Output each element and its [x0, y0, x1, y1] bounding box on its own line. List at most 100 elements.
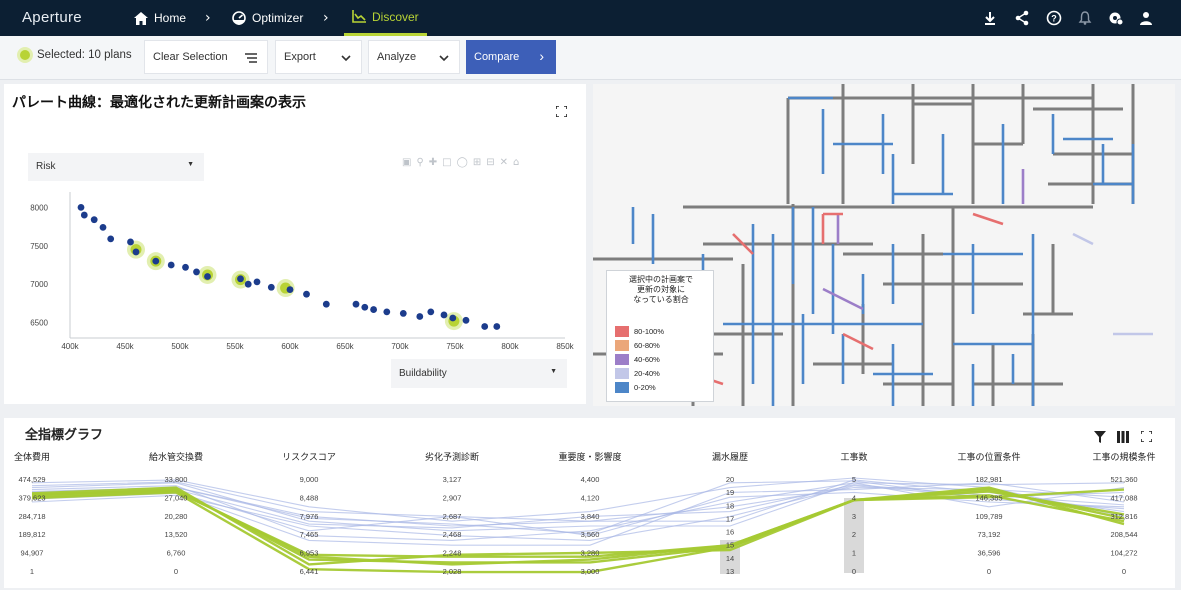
plan-point[interactable] [80, 211, 88, 219]
axis-tick-label: 13 [726, 567, 734, 576]
plan-point[interactable] [399, 310, 407, 317]
x-tick-label: 500k [171, 342, 189, 351]
autoscale-icon[interactable]: ✕ [500, 157, 508, 169]
breadcrumb-discover[interactable]: Discover [344, 0, 427, 36]
axis-tick-label: 4,120 [581, 493, 600, 502]
x-tick-label: 600k [281, 342, 299, 351]
axis-tick-label: 182,981 [975, 475, 1002, 484]
axis-tick-label: 14 [726, 554, 734, 563]
breadcrumb-discover-label: Discover [372, 9, 419, 24]
chevron-down-icon [341, 55, 351, 62]
plan-point[interactable] [182, 263, 189, 271]
axis-tick-label: 2,248 [443, 549, 462, 558]
settings-icon[interactable] [1108, 10, 1124, 26]
axis-tick-label: 2,907 [443, 493, 462, 502]
x-tick-label: 750k [446, 342, 464, 351]
filter-icon[interactable] [1094, 431, 1106, 443]
fullscreen-icon[interactable] [556, 106, 567, 117]
y-axis-select[interactable]: Risk ▼ [28, 153, 204, 181]
reset-home-icon[interactable]: ⌂ [513, 157, 519, 169]
axis-tick-label: 0 [1122, 567, 1126, 576]
legend-label: 40-60% [634, 355, 660, 364]
analyze-dropdown[interactable]: Analyze [368, 40, 460, 74]
plan-point[interactable] [152, 257, 160, 265]
plan-point[interactable] [361, 303, 369, 311]
plan-point[interactable] [267, 283, 275, 291]
pareto-title: パレート曲線：最適化された更新計画案の表示 [12, 95, 306, 111]
user-icon[interactable] [1138, 10, 1154, 26]
zoom-in-icon[interactable]: ⊞ [473, 157, 481, 169]
axis-tick-label: 3,280 [581, 549, 600, 558]
axis-tick-label: 33,800 [165, 475, 188, 484]
export-label: Export [284, 51, 316, 63]
chevron-right-icon: › [205, 10, 211, 26]
lasso-icon[interactable]: ◯ [457, 157, 468, 169]
box-select-icon[interactable]: □ [442, 157, 451, 169]
plan-point[interactable] [303, 290, 310, 298]
camera-icon[interactable]: ▣ [402, 157, 411, 169]
plan-point[interactable] [462, 316, 470, 324]
clear-selection-button[interactable]: Clear Selection [144, 40, 268, 74]
axis-tick-label: 0 [852, 567, 856, 576]
legend-swatch [615, 382, 629, 393]
x-tick-label: 800k [501, 342, 519, 351]
top-nav: Aperture Home › Optimizer › Discover ? [0, 0, 1181, 36]
axis-tick-label: 2 [852, 530, 856, 539]
export-dropdown[interactable]: Export [275, 40, 362, 74]
axis-tick-label: 4,400 [581, 475, 600, 484]
plan-point[interactable] [127, 238, 134, 246]
selected-label: Selected: 10 plans [37, 49, 132, 61]
plan-point[interactable] [427, 308, 435, 316]
axis-header: 漏水履歴 [712, 451, 748, 463]
axis-header: 給水管交換費 [149, 451, 203, 463]
share-icon[interactable] [1014, 10, 1030, 26]
plan-point[interactable] [449, 314, 457, 322]
axis-header: 工事の位置条件 [957, 451, 1020, 463]
y-axis-select-label: Risk [36, 161, 56, 172]
plan-point[interactable] [167, 261, 175, 269]
gauge-icon [232, 11, 246, 25]
bell-icon[interactable] [1077, 10, 1093, 26]
svg-text:?: ? [1051, 14, 1057, 24]
pan-icon[interactable]: ✚ [429, 157, 437, 169]
zoom-out-icon[interactable]: ⊟ [486, 157, 494, 169]
zoom-icon[interactable]: ⚲ [416, 157, 423, 169]
plan-point[interactable] [253, 278, 261, 286]
plan-point[interactable] [286, 286, 294, 293]
plan-point[interactable] [204, 273, 211, 280]
plan-point[interactable] [99, 223, 107, 231]
plan-point[interactable] [440, 311, 448, 319]
columns-icon[interactable] [1117, 431, 1129, 443]
axis-tick-label: 104,272 [1110, 549, 1137, 558]
plan-point[interactable] [493, 323, 501, 330]
breadcrumb-home[interactable]: Home [134, 0, 186, 36]
plan-point[interactable] [244, 280, 252, 288]
x-axis-select[interactable]: Buildability ▼ [391, 359, 567, 388]
plan-point[interactable] [481, 323, 489, 330]
axis-tick-label: 417,088 [1110, 493, 1137, 502]
plan-point[interactable] [416, 313, 424, 320]
plan-point[interactable] [107, 235, 115, 243]
plan-point[interactable] [322, 300, 330, 308]
plan-point[interactable] [352, 300, 360, 308]
plan-point[interactable] [77, 203, 85, 211]
breadcrumb-optimizer[interactable]: Optimizer [232, 0, 303, 36]
axis-tick-label: 15 [726, 541, 734, 550]
axis-tick-label: 6,760 [167, 549, 186, 558]
plan-point[interactable] [193, 268, 200, 276]
fullscreen-icon[interactable] [1141, 431, 1152, 442]
help-icon[interactable]: ? [1046, 10, 1062, 26]
legend-label: 80-100% [634, 327, 665, 336]
plan-point[interactable] [383, 308, 391, 316]
plan-point[interactable] [90, 216, 98, 224]
plan-point[interactable] [237, 275, 244, 283]
legend-label: 60-80% [634, 341, 660, 350]
legend-label: 20-40% [634, 369, 660, 378]
x-tick-label: 550k [226, 342, 244, 351]
plan-point[interactable] [132, 248, 140, 256]
compare-button[interactable]: Compare › [466, 40, 556, 74]
download-icon[interactable] [982, 10, 998, 26]
map-legend: 選択中の計画案で 更新の対象に なっている割合 80-100% 60-80% 40-… [606, 270, 714, 402]
plan-point[interactable] [370, 306, 377, 313]
parallel-coordinates-chart[interactable]: 全体費用 給水管交換費 リスクスコア 劣化予測診断 重要度・影響度 漏水履歴 工事数 工事の位… [4, 448, 1175, 588]
